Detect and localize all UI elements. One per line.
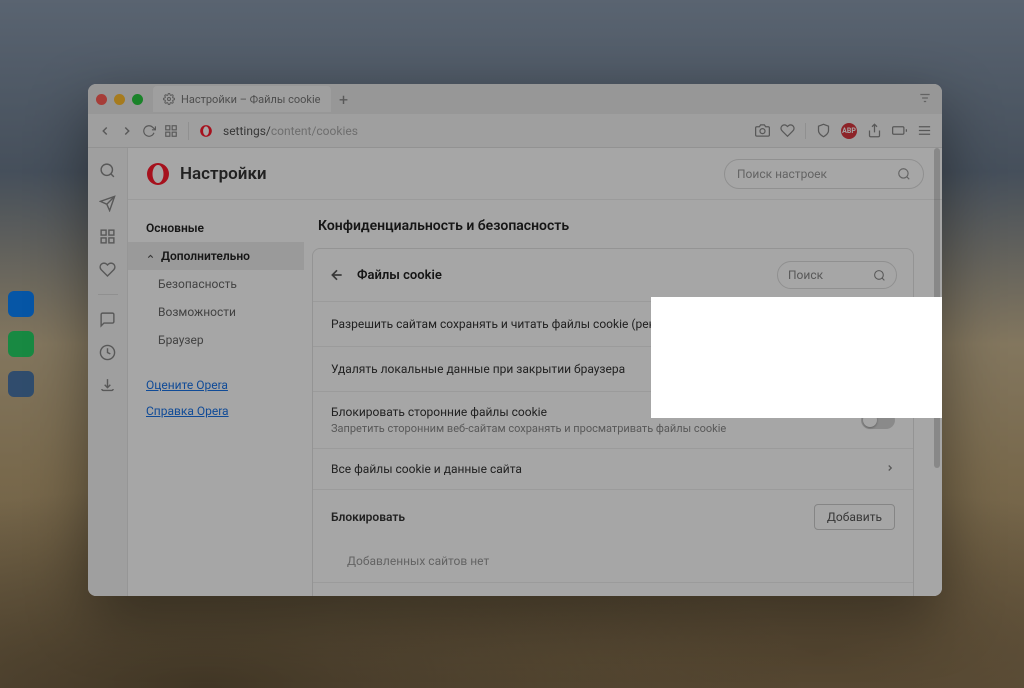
dock-whatsapp-icon[interactable] [8,331,34,357]
toggle-allow-cookies[interactable] [861,315,895,333]
blocked-empty-text: Добавленных сайтов нет [313,544,913,582]
opera-logo-icon [199,124,213,138]
share-icon[interactable] [867,123,882,138]
nav-security[interactable]: Безопасность [128,270,304,298]
gear-icon [163,93,175,105]
chat-icon[interactable] [99,311,116,328]
settings-header: Настройки Поиск настроек [128,148,942,200]
panel-title: Файлы cookie [357,268,442,283]
clear-on-exit-section: Очистить при выходе Добавить [313,582,913,596]
nav-help-opera[interactable]: Справка Opera [128,398,304,424]
reload-icon[interactable] [142,124,156,138]
macos-dock-left [8,291,34,397]
row-allow-cookies: Разрешить сайтам сохранять и читать файл… [313,301,913,346]
heart-icon[interactable] [780,123,795,138]
heart-sidebar-icon[interactable] [99,261,116,278]
nav-browser[interactable]: Браузер [128,326,304,354]
snapshot-icon[interactable] [755,123,770,138]
chevron-right-icon [885,463,895,473]
tab-title: Настройки – Файлы cookie [181,93,321,106]
sidebar-icon-column [88,148,128,596]
forward-icon[interactable] [120,124,134,138]
nav-advanced[interactable]: Дополнительно [128,242,304,270]
minimize-window-button[interactable] [114,94,125,105]
settings-main: Конфиденциальность и безопасность Файлы … [304,200,942,596]
dock-messenger-icon[interactable] [8,291,34,317]
opera-logo-icon [146,162,170,186]
url-bar[interactable]: settings/content/cookies [223,124,358,138]
back-icon[interactable] [98,124,112,138]
tabs-menu-icon[interactable] [918,91,932,105]
page-title: Настройки [180,164,267,184]
row-all-cookies[interactable]: Все файлы cookie и данные сайта [313,448,913,489]
add-blocked-site-button[interactable]: Добавить [814,504,895,530]
section-title: Конфиденциальность и безопасность [318,218,914,234]
cookies-panel: Файлы cookie Поиск Разрешить сайтам сохр… [312,248,914,596]
browser-tab[interactable]: Настройки – Файлы cookie [153,86,331,112]
row-block-third-party: Блокировать сторонние файлы cookie Запре… [313,391,913,448]
maximize-window-button[interactable] [132,94,143,105]
send-icon[interactable] [99,195,116,212]
grid-icon[interactable] [99,228,116,245]
speed-dial-icon[interactable] [164,124,178,138]
block-section: Блокировать Добавить [313,489,913,544]
new-tab-button[interactable]: + [331,90,357,109]
chevron-up-icon [146,252,155,261]
window-controls [96,94,143,105]
battery-icon[interactable] [892,123,907,138]
dock-vk-icon[interactable] [8,371,34,397]
search-icon [897,167,911,181]
settings-search-input[interactable]: Поиск настроек [724,159,924,189]
panel-search-input[interactable]: Поиск [777,261,897,289]
row-delete-on-close: Удалять локальные данные при закрытии бр… [313,346,913,391]
browser-window: Настройки – Файлы cookie + settings/cont… [88,84,942,596]
back-arrow-icon[interactable] [329,267,345,283]
search-icon [873,269,886,282]
menu-icon[interactable] [917,123,932,138]
nav-features[interactable]: Возможности [128,298,304,326]
clock-icon[interactable] [99,344,116,361]
adblock-icon[interactable]: ABP [841,123,857,139]
scrollbar[interactable] [934,148,940,468]
nav-basic[interactable]: Основные [128,214,304,242]
toolbar: settings/content/cookies ABP [88,114,942,148]
settings-nav: Основные Дополнительно Безопасность Возм… [128,200,304,596]
nav-rate-opera[interactable]: Оцените Opera [128,372,304,398]
toggle-delete-on-close[interactable] [861,360,895,378]
shield-icon[interactable] [816,123,831,138]
search-icon[interactable] [99,162,116,179]
close-window-button[interactable] [96,94,107,105]
download-icon[interactable] [99,377,116,394]
toggle-block-third-party[interactable] [861,411,895,429]
tab-bar: Настройки – Файлы cookie + [88,84,942,114]
